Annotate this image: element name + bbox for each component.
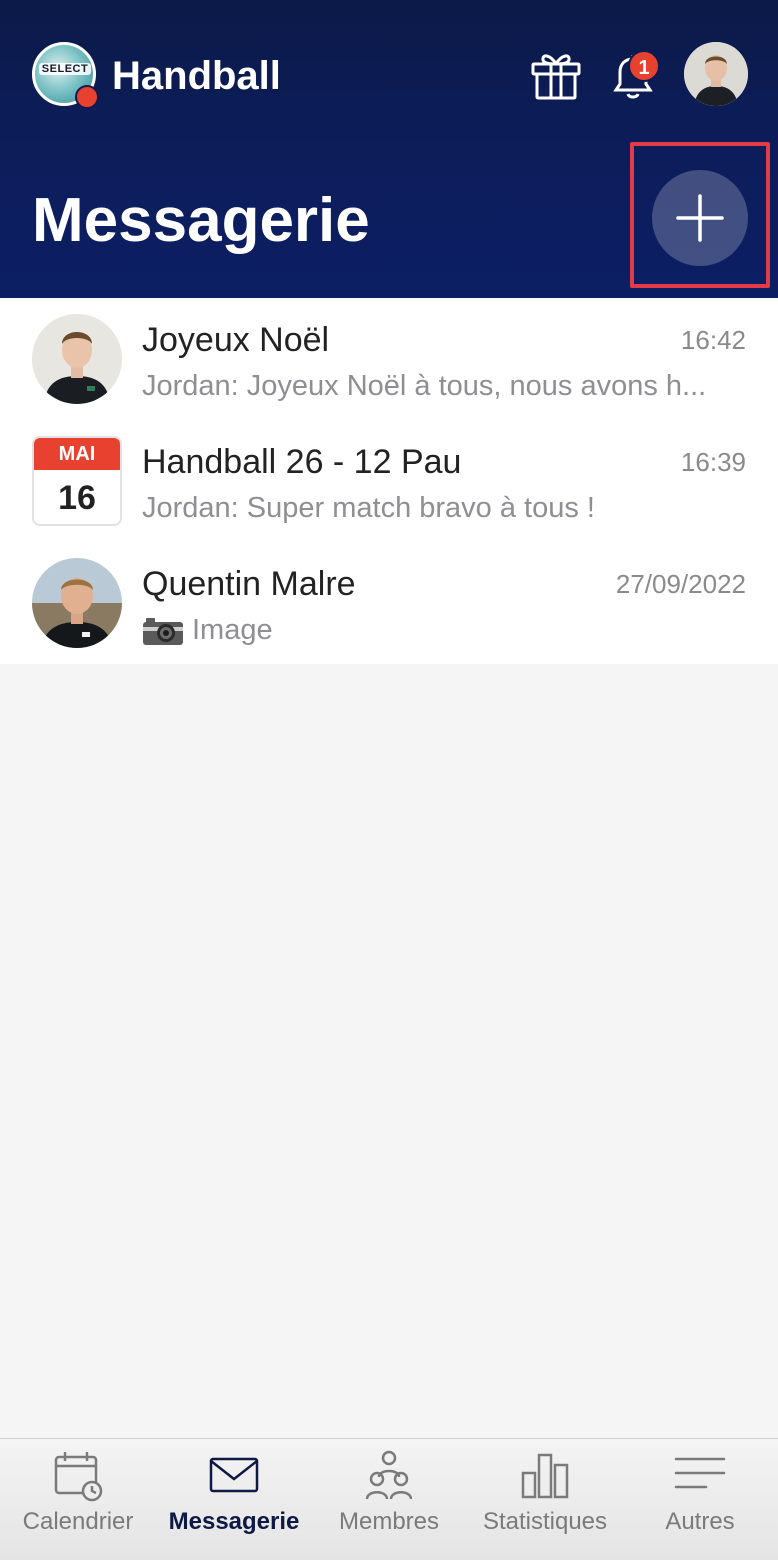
profile-avatar[interactable] [684, 42, 748, 106]
new-message-button[interactable] [652, 170, 748, 266]
menu-lines-icon [674, 1457, 726, 1489]
club-name[interactable]: Handball [112, 54, 281, 98]
club-logo[interactable]: SELECT [32, 42, 99, 109]
conversation-avatar [32, 314, 122, 404]
camera-icon [143, 618, 183, 646]
tab-label: Statistiques [482, 1508, 608, 1535]
calendar-month: MAI [34, 438, 120, 470]
tab-calendrier[interactable]: Calendrier [0, 1439, 156, 1560]
tab-label: Autres [665, 1508, 735, 1535]
plus-icon [676, 194, 724, 242]
notification-badge: 1 [628, 50, 660, 82]
tab-label: Calendrier [22, 1508, 134, 1535]
calendar-day: 16 [58, 479, 96, 517]
club-status-dot [75, 85, 99, 109]
app-header: SELECT Handball 1 Messagerie [0, 0, 778, 298]
tab-messagerie[interactable]: Messagerie [156, 1439, 312, 1560]
bottom-tab-bar: Calendrier Messagerie Membres Statistiqu… [0, 1438, 778, 1560]
tab-autres[interactable]: Autres [622, 1439, 778, 1560]
members-icon [365, 1450, 413, 1500]
conversation-preview: Jordan: Joyeux Noël à tous, nous avons h… [142, 370, 707, 402]
page-title: Messagerie [32, 186, 370, 255]
conversation-title: Handball 26 - 12 Pau [142, 443, 462, 481]
tab-label: Membres [338, 1508, 440, 1535]
conversation-title: Joyeux Noël [142, 321, 330, 359]
conversation-preview: Jordan: Super match bravo à tous ! [142, 492, 595, 524]
tab-label: Messagerie [168, 1508, 300, 1535]
preview-text: Image [192, 614, 273, 646]
conversation-item[interactable]: Joyeux Noël 16:42 Jordan: Joyeux Noël à … [0, 298, 778, 420]
conversation-preview: Image [142, 610, 746, 650]
tab-membres[interactable]: Membres [311, 1439, 467, 1560]
club-logo-text: SELECT [39, 63, 91, 75]
conversation-item[interactable]: MAI 16 Handball 26 - 12 Pau 16:39 Jordan… [0, 420, 778, 542]
calendar-icon [54, 1452, 103, 1502]
conversation-item[interactable]: Quentin Malre 27/09/2022 Image [0, 542, 778, 664]
bar-chart-icon [521, 1453, 569, 1499]
conversation-time: 16:42 [680, 325, 746, 355]
conversation-title: Quentin Malre [142, 565, 356, 603]
conversation-time: 16:39 [680, 447, 746, 477]
conversation-time: 27/09/2022 [615, 569, 746, 599]
tab-statistiques[interactable]: Statistiques [467, 1439, 623, 1560]
conversation-list: Joyeux Noël 16:42 Jordan: Joyeux Noël à … [0, 298, 778, 664]
conversation-avatar [32, 558, 122, 648]
envelope-icon [209, 1457, 259, 1493]
gift-icon[interactable] [530, 50, 582, 100]
calendar-date-icon: MAI 16 [32, 436, 122, 526]
